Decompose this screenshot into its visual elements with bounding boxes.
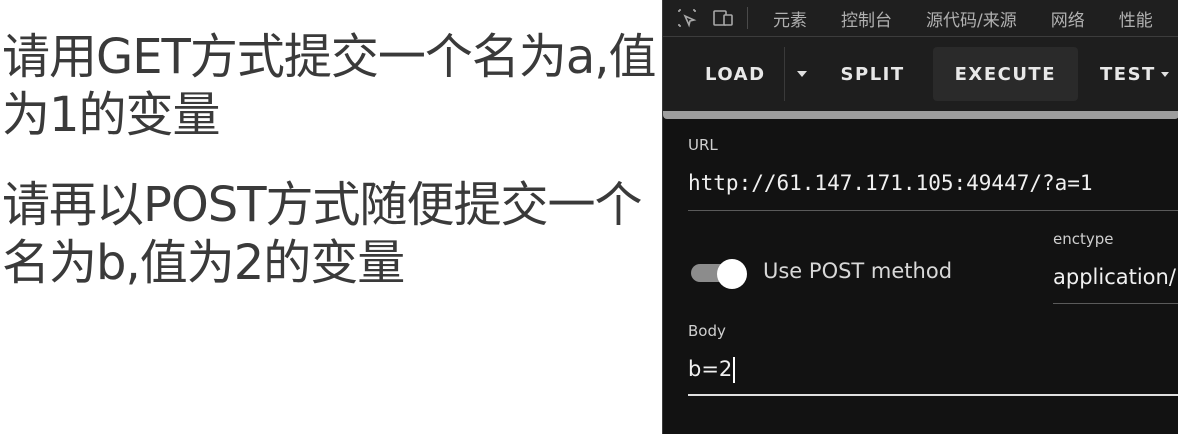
- toolbar-divider-bar: [663, 111, 1178, 119]
- test-menu-button[interactable]: TEST: [1078, 47, 1174, 101]
- body-text: b=2: [688, 357, 733, 381]
- toggle-knob: [717, 259, 747, 289]
- inspect-element-icon[interactable]: [675, 6, 699, 30]
- body-input[interactable]: b=2: [688, 357, 736, 383]
- load-button[interactable]: LOAD: [663, 47, 784, 101]
- use-post-label[interactable]: Use POST method: [763, 259, 952, 283]
- tab-separator: [747, 7, 748, 29]
- url-input[interactable]: http://61.147.171.105:49447/?a=1: [688, 171, 1093, 195]
- chevron-down-icon: [1160, 71, 1169, 77]
- tab-performance[interactable]: 性能: [1102, 6, 1170, 31]
- use-post-toggle[interactable]: [691, 259, 747, 289]
- body-input-underline: [688, 394, 1178, 396]
- tab-elements[interactable]: 元素: [756, 6, 824, 31]
- enctype-label: enctype: [1053, 230, 1114, 248]
- enctype-select[interactable]: application/: [1053, 265, 1176, 289]
- device-toolbar-icon[interactable]: [711, 6, 735, 30]
- instruction-get: 请用GET方式提交一个名为a,值为1的变量: [2, 29, 657, 143]
- execute-button[interactable]: EXECUTE: [932, 47, 1079, 101]
- tab-console[interactable]: 控制台: [824, 6, 909, 31]
- text-cursor: [733, 357, 736, 383]
- hackbar-toolbar: LOAD SPLIT EXECUTE TEST: [663, 37, 1178, 111]
- instruction-post: 请再以POST方式随便提交一个名为b,值为2的变量: [2, 177, 643, 291]
- devtools-panel: 元素 控制台 源代码/来源 网络 性能 LOAD SPLIT EXECUTE T…: [662, 0, 1178, 434]
- body-label: Body: [688, 322, 726, 340]
- tab-network[interactable]: 网络: [1034, 6, 1102, 31]
- caret-down-icon: [796, 71, 807, 77]
- tab-sources[interactable]: 源代码/来源: [909, 6, 1034, 31]
- enctype-underline: [1053, 303, 1178, 304]
- hackbar-panel: LOAD SPLIT EXECUTE TEST URL http://61.14…: [663, 37, 1178, 434]
- split-button[interactable]: SPLIT: [819, 47, 927, 101]
- url-label: URL: [688, 136, 718, 154]
- test-button-label: TEST: [1100, 63, 1156, 85]
- webpage-content: 请用GET方式提交一个名为a,值为1的变量 请再以POST方式随便提交一个名为b…: [0, 0, 662, 434]
- url-input-underline: [688, 210, 1178, 211]
- devtools-tab-bar: 元素 控制台 源代码/来源 网络 性能: [663, 0, 1178, 37]
- screen: 请用GET方式提交一个名为a,值为1的变量 请再以POST方式随便提交一个名为b…: [0, 0, 1178, 434]
- load-dropdown-button[interactable]: [783, 47, 819, 101]
